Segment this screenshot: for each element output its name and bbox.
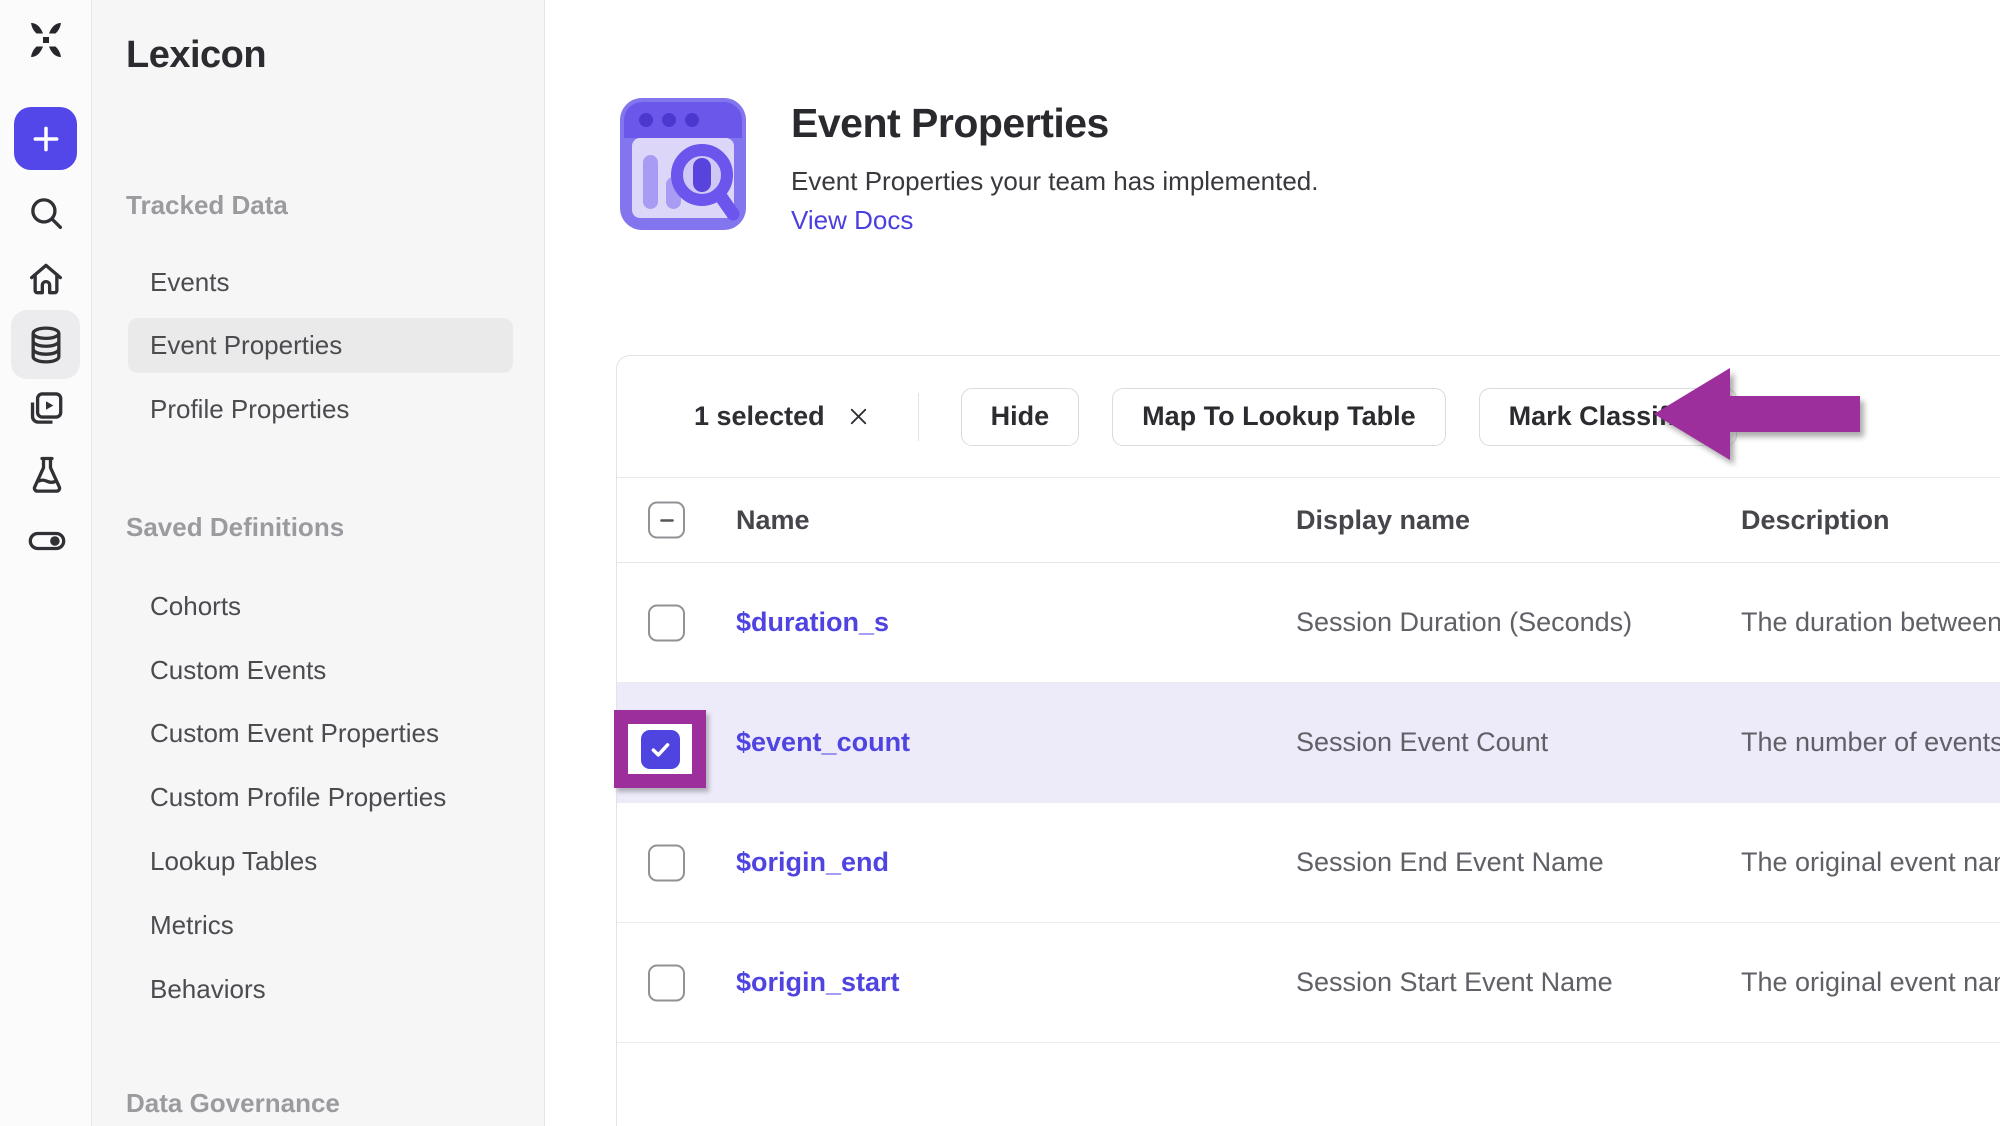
property-name-link[interactable]: $event_count [736, 683, 910, 802]
sidebar-item-custom-events[interactable]: Custom Events [128, 643, 513, 698]
description-cell: The duration between [1741, 563, 2000, 682]
column-header-name[interactable]: Name [736, 478, 810, 563]
description-cell: The original event nam [1741, 803, 2000, 922]
lexicon-sidebar: Lexicon Tracked Data Events Event Proper… [92, 0, 545, 1126]
plus-icon [26, 119, 66, 159]
map-to-lookup-table-button[interactable]: Map To Lookup Table [1112, 388, 1445, 446]
section-saved-definitions: Saved Definitions [126, 512, 344, 543]
clear-selection-icon[interactable] [845, 403, 872, 430]
display-name-cell: Session Event Count [1296, 683, 1548, 802]
annotation-arrow-icon [1652, 367, 1864, 461]
table-row-selected[interactable]: $event_count Session Event Count The num… [617, 683, 2000, 803]
sidebar-item-metrics[interactable]: Metrics [128, 898, 513, 953]
sidebar-item-behaviors[interactable]: Behaviors [128, 962, 513, 1017]
display-name-cell: Session Start Event Name [1296, 923, 1613, 1042]
table-header: Name Display name Description [617, 478, 2000, 563]
toolbar-divider [918, 393, 919, 441]
data-definitions-nav-selected[interactable] [11, 310, 80, 379]
property-name-link[interactable]: $origin_end [736, 803, 889, 922]
page-subtitle: Event Properties your team has implement… [791, 166, 1318, 197]
event-properties-card: 1 selected Hide Map To Lookup Table Mark… [616, 355, 2000, 1126]
display-name-cell: Session Duration (Seconds) [1296, 563, 1632, 682]
mixpanel-logo-icon[interactable] [22, 16, 70, 64]
column-header-display-name[interactable]: Display name [1296, 478, 1470, 563]
sidebar-item-lookup-tables[interactable]: Lookup Tables [128, 834, 513, 889]
boards-icon[interactable] [25, 388, 67, 430]
description-cell: The number of events [1741, 683, 2000, 802]
row-checkbox-checked[interactable] [641, 730, 680, 769]
experiments-flask-icon[interactable] [25, 452, 69, 498]
icon-rail [0, 0, 92, 1126]
row-checkbox[interactable] [648, 604, 685, 641]
search-icon[interactable] [25, 192, 67, 234]
annotation-checkbox-highlight [614, 710, 706, 788]
view-docs-link[interactable]: View Docs [791, 205, 913, 236]
property-name-link[interactable]: $origin_start [736, 923, 900, 1042]
column-header-description[interactable]: Description [1741, 478, 1890, 563]
select-all-checkbox[interactable] [648, 502, 685, 539]
sidebar-item-profile-properties[interactable]: Profile Properties [128, 382, 513, 437]
table-row[interactable]: $origin_end Session End Event Name The o… [617, 803, 2000, 923]
row-checkbox[interactable] [648, 844, 685, 881]
sidebar-item-events[interactable]: Events [128, 255, 513, 310]
selection-count: 1 selected [694, 401, 825, 432]
database-icon [24, 323, 68, 367]
create-plus-button[interactable] [14, 107, 77, 170]
checkmark-icon [645, 734, 676, 765]
page-title: Event Properties [791, 100, 1109, 147]
row-checkbox[interactable] [648, 964, 685, 1001]
sidebar-item-custom-event-properties[interactable]: Custom Event Properties [128, 706, 513, 761]
sidebar-item-cohorts[interactable]: Cohorts [128, 579, 513, 634]
section-data-governance: Data Governance [126, 1088, 340, 1119]
sidebar-item-custom-profile-properties[interactable]: Custom Profile Properties [128, 770, 513, 825]
home-icon[interactable] [25, 258, 67, 300]
table-row[interactable]: $duration_s Session Duration (Seconds) T… [617, 563, 2000, 683]
table-row[interactable]: $origin_start Session Start Event Name T… [617, 923, 2000, 1043]
feature-flags-toggle-icon[interactable] [25, 520, 69, 562]
hide-button[interactable]: Hide [961, 388, 1080, 446]
property-name-link[interactable]: $duration_s [736, 563, 889, 682]
section-tracked-data: Tracked Data [126, 190, 288, 221]
sidebar-item-event-properties[interactable]: Event Properties [128, 318, 513, 373]
sidebar-title: Lexicon [126, 34, 266, 77]
event-properties-app-icon [616, 92, 750, 236]
display-name-cell: Session End Event Name [1296, 803, 1604, 922]
description-cell: The original event nam [1741, 923, 2000, 1042]
